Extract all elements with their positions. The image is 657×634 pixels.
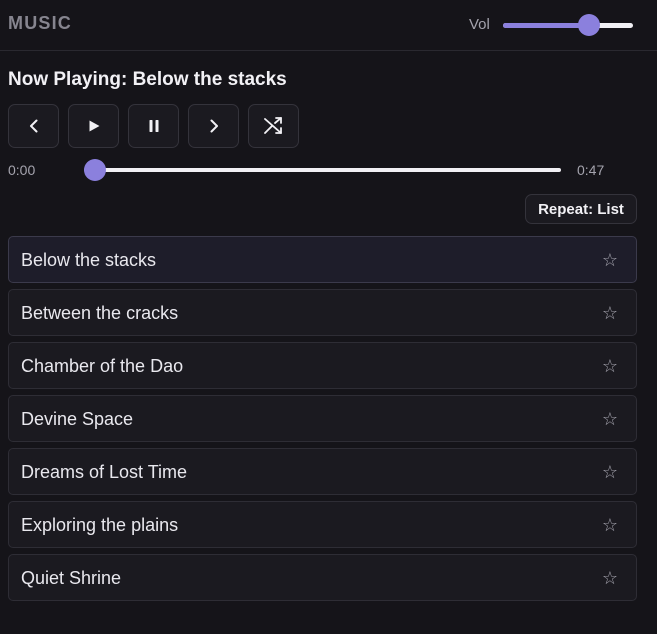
star-icon[interactable]: ☆ <box>602 303 618 323</box>
app-header: MUSIC Vol <box>0 0 657 51</box>
volume-label: Vol <box>469 16 490 33</box>
volume-fill <box>503 23 589 28</box>
track-item[interactable]: Exploring the plains ☆ <box>8 501 637 548</box>
track-name: Between the cracks <box>21 303 179 323</box>
track-item[interactable]: Below the stacks ☆ <box>8 236 637 283</box>
pause-button[interactable] <box>128 104 179 148</box>
current-time: 0:00 <box>8 162 36 178</box>
shuffle-icon <box>263 117 282 134</box>
track-name: Chamber of the Dao <box>21 356 184 376</box>
shuffle-button[interactable] <box>248 104 299 148</box>
star-icon[interactable]: ☆ <box>602 356 618 376</box>
track-item[interactable]: Chamber of the Dao ☆ <box>8 342 637 389</box>
volume-thumb[interactable] <box>577 14 600 36</box>
next-button[interactable] <box>188 104 239 148</box>
play-button[interactable] <box>68 104 119 148</box>
track-name: Devine Space <box>21 409 134 429</box>
track-list: Below the stacks ☆ Between the cracks ☆ Cham… <box>8 236 637 607</box>
track-item[interactable]: Devine Space ☆ <box>8 395 637 442</box>
track-name: Quiet Shrine <box>21 568 122 588</box>
star-icon[interactable]: ☆ <box>602 409 618 429</box>
track-name: Below the stacks <box>21 250 157 270</box>
repeat-button[interactable]: Repeat: List <box>525 194 637 224</box>
previous-button[interactable] <box>8 104 59 148</box>
star-icon[interactable]: ☆ <box>602 462 618 482</box>
track-name: Dreams of Lost Time <box>21 462 188 482</box>
chevron-left-icon <box>29 119 37 133</box>
track-item[interactable]: Quiet Shrine ☆ <box>8 554 637 601</box>
now-playing-title: Now Playing: Below the stacks <box>8 69 287 90</box>
track-name: Exploring the plains <box>21 515 179 535</box>
volume-track[interactable] <box>503 23 633 28</box>
app-title: MUSIC <box>8 13 72 33</box>
star-icon[interactable]: ☆ <box>602 568 618 588</box>
star-icon[interactable]: ☆ <box>602 250 618 270</box>
total-time: 0:47 <box>577 162 605 178</box>
track-item[interactable]: Between the cracks ☆ <box>8 289 637 336</box>
volume-slider[interactable] <box>503 14 633 36</box>
pause-icon <box>149 120 158 132</box>
seek-thumb[interactable] <box>84 159 106 181</box>
chevron-right-icon <box>210 119 218 133</box>
play-icon <box>89 120 99 132</box>
star-icon[interactable]: ☆ <box>602 515 618 535</box>
track-item[interactable]: Dreams of Lost Time ☆ <box>8 448 637 495</box>
seek-track[interactable] <box>84 168 561 172</box>
seek-slider[interactable] <box>84 159 561 181</box>
